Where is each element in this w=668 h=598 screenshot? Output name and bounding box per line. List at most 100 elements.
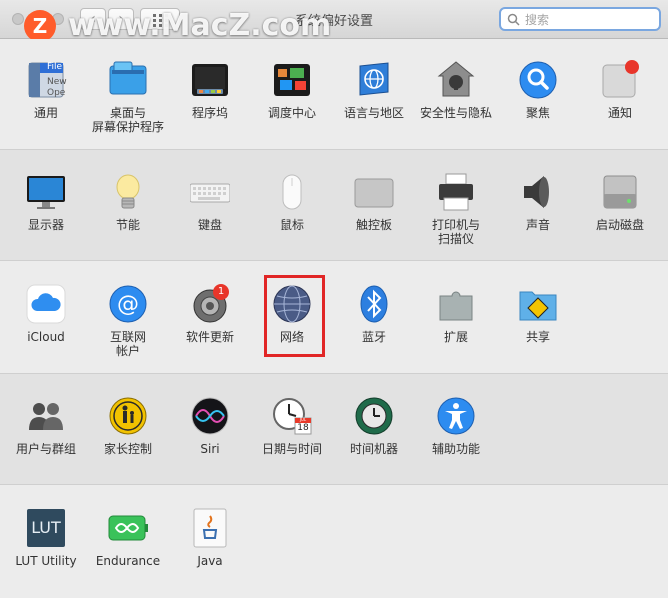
java-icon: [193, 508, 227, 548]
pref-pane-internet-accounts[interactable]: @ 互联网 帐户: [87, 274, 169, 372]
parental-controls-icon: [109, 397, 147, 435]
pref-pane-label: 语言与地区: [343, 106, 404, 120]
pref-pane-label: 触控板: [355, 218, 392, 232]
pref-pane-startup-disk[interactable]: 启动磁盘: [579, 162, 661, 260]
pref-pane-mouse[interactable]: 鼠标: [251, 162, 333, 260]
displays-icon: [27, 176, 65, 209]
pref-pane-energy-saver[interactable]: 节能: [87, 162, 169, 260]
pref-pane-label: 日期与时间: [261, 442, 322, 456]
pref-pane-language-region[interactable]: 语言与地区: [333, 50, 415, 148]
pref-pane-label: 聚焦: [525, 106, 550, 120]
pref-pane-accessibility[interactable]: 辅助功能: [415, 386, 497, 484]
pref-pane-label: 鼠标: [279, 218, 304, 232]
trackpad-icon: [354, 178, 394, 208]
lut-icon-text: LUT: [31, 518, 61, 537]
pref-pane-label: 时间机器: [349, 442, 398, 456]
pref-pane-label: 用户与群组: [15, 442, 76, 456]
printers-scanners-icon: [439, 173, 473, 211]
pref-pane-icloud[interactable]: iCloud: [5, 274, 87, 372]
watermark-text: www.MacZ.com: [68, 8, 332, 43]
pref-pane-label: 安全性与隐私: [419, 106, 492, 120]
pref-pane-time-machine[interactable]: 时间机器: [333, 386, 415, 484]
calendar-day-text: 18: [297, 423, 309, 433]
pref-pane-label: 桌面与 屏幕保护程序: [91, 106, 164, 134]
pref-pane-siri[interactable]: Siri: [169, 386, 251, 484]
pref-pane-sharing[interactable]: 共享: [497, 274, 579, 372]
internet-accounts-icon: @: [109, 285, 147, 323]
pref-pane-label: 显示器: [27, 218, 64, 232]
pref-pane-java[interactable]: Java: [169, 498, 251, 596]
pref-pane-dock[interactable]: 程序坞: [169, 50, 251, 148]
search-icon: [507, 13, 520, 26]
endurance-icon: [108, 515, 148, 541]
keyboard-icon: [190, 183, 230, 203]
extensions-icon: [439, 291, 473, 321]
mission-control-icon: [274, 64, 310, 96]
pref-pane-label: 节能: [115, 218, 140, 232]
dock-icon: [192, 64, 228, 96]
siri-icon: [191, 397, 229, 435]
sharing-icon: [519, 291, 557, 321]
pref-pane-label: 键盘: [197, 218, 222, 232]
pref-pane-label: LUT Utility: [15, 554, 77, 568]
pref-pane-sound[interactable]: 声音: [497, 162, 579, 260]
watermark-logo: Z: [24, 10, 56, 42]
pref-pane-displays[interactable]: 显示器: [5, 162, 87, 260]
pref-pane-desktop-screensaver[interactable]: 桌面与 屏幕保护程序: [87, 50, 169, 148]
mouse-icon: [282, 174, 302, 210]
calendar-month-text: JUL: [299, 417, 307, 422]
svg-text:@: @: [117, 292, 139, 317]
pref-pane-label: 软件更新: [185, 330, 234, 344]
pref-pane-label: 扩展: [443, 330, 468, 344]
spotlight-icon: [519, 61, 557, 99]
icloud-icon: [26, 284, 66, 324]
pref-pane-label: Java: [197, 554, 223, 568]
security-privacy-icon: [437, 61, 475, 97]
search-field[interactable]: [499, 7, 661, 31]
pref-pane-label: Siri: [200, 442, 220, 456]
accessibility-icon: [437, 397, 475, 435]
pref-pane-security-privacy[interactable]: 安全性与隐私: [415, 50, 497, 148]
pref-pane-bluetooth[interactable]: 蓝牙: [333, 274, 415, 372]
pref-pane-general[interactable]: File New Ope 通用: [5, 50, 87, 148]
pref-pane-notifications[interactable]: 通知: [579, 50, 661, 148]
pref-pane-trackpad[interactable]: 触控板: [333, 162, 415, 260]
pref-pane-lut-utility[interactable]: LUT LUT Utility: [5, 498, 87, 596]
energy-saver-icon: [116, 174, 140, 209]
pref-pane-software-update[interactable]: 1 软件更新: [169, 274, 251, 372]
pref-pane-label: 辅助功能: [431, 442, 480, 456]
pref-pane-label: 家长控制: [103, 442, 152, 456]
pref-pane-keyboard[interactable]: 键盘: [169, 162, 251, 260]
pref-pane-label: 通知: [607, 106, 632, 120]
pref-pane-label: 声音: [525, 218, 550, 232]
pref-pane-users-groups[interactable]: 用户与群组: [5, 386, 87, 484]
bluetooth-icon: [360, 285, 388, 323]
pref-pane-date-time[interactable]: JUL 18 日期与时间: [251, 386, 333, 484]
users-groups-icon: [29, 403, 63, 430]
pref-pane-label: 打印机与 扫描仪: [431, 218, 480, 246]
update-count-badge: 1: [213, 284, 229, 300]
pref-pane-label: 互联网 帐户: [109, 330, 146, 358]
general-icon-file-text: File: [47, 62, 63, 72]
pref-pane-label: 调度中心: [267, 106, 316, 120]
pref-pane-label: 通用: [33, 106, 58, 120]
pref-pane-mission-control[interactable]: 调度中心: [251, 50, 333, 148]
pref-pane-endurance[interactable]: Endurance: [87, 498, 169, 596]
desktop-screensaver-icon: [109, 61, 147, 95]
general-icon-new-text: New: [47, 77, 67, 87]
startup-disk-icon: [603, 175, 637, 209]
pref-pane-label: Endurance: [95, 554, 161, 568]
network-highlight-box: [264, 275, 325, 357]
pref-pane-printers-scanners[interactable]: 打印机与 扫描仪: [415, 162, 497, 260]
general-icon-open-text: Ope: [47, 88, 66, 98]
pref-pane-extensions[interactable]: 扩展: [415, 274, 497, 372]
notifications-icon: [602, 60, 639, 98]
pref-pane-parental-controls[interactable]: 家长控制: [87, 386, 169, 484]
time-machine-icon: [355, 397, 393, 435]
search-input[interactable]: [523, 10, 657, 30]
pref-pane-spotlight[interactable]: 聚焦: [497, 50, 579, 148]
language-region-icon: [359, 62, 389, 96]
pref-pane-label: 程序坞: [191, 106, 228, 120]
pref-pane-label: 蓝牙: [361, 330, 386, 344]
sound-icon: [524, 176, 549, 208]
